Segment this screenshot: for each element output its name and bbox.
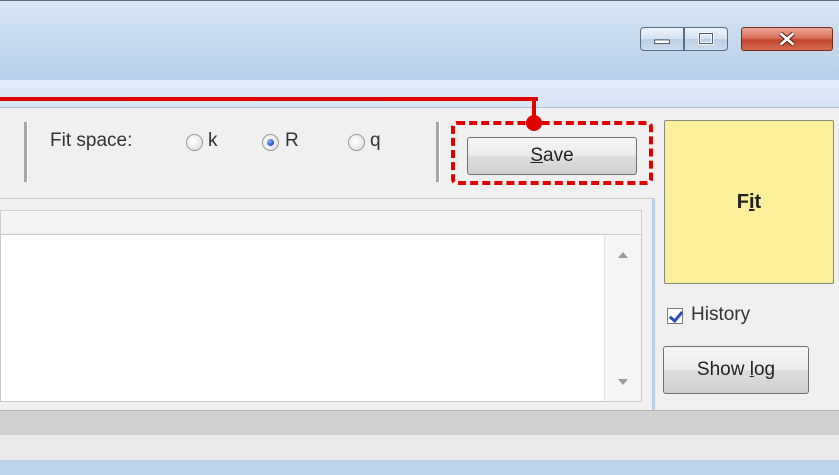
log-text-area[interactable]	[0, 234, 642, 402]
history-label: History	[691, 304, 751, 325]
callout-line-horizontal	[0, 97, 538, 101]
toolbar-separator	[24, 122, 28, 182]
log-scrollbar[interactable]	[604, 235, 641, 401]
close-button[interactable]	[741, 27, 833, 51]
scroll-down-icon[interactable]	[618, 379, 628, 385]
show-log-button[interactable]: Show log	[663, 346, 809, 394]
maximize-button[interactable]	[684, 27, 728, 51]
close-icon	[779, 31, 795, 47]
status-bar-secondary	[0, 435, 839, 460]
maximize-icon	[698, 32, 714, 45]
radio-label-k: k	[208, 130, 218, 151]
fit-label-before: F	[736, 191, 749, 213]
menu-strip	[0, 80, 839, 108]
log-panel-header	[0, 210, 642, 234]
minimize-button[interactable]	[640, 27, 684, 51]
minimize-icon	[654, 39, 670, 45]
scroll-up-icon[interactable]	[618, 252, 628, 258]
radio-label-r: R	[285, 130, 299, 151]
fit-button[interactable]: Fit	[664, 120, 834, 284]
fit-space-label: Fit space:	[50, 130, 133, 151]
fit-label-after: t	[754, 191, 762, 213]
status-bar	[0, 410, 839, 435]
show-log-after: og	[753, 359, 776, 380]
radio-label-q: q	[370, 130, 381, 151]
radio-fit-space-r[interactable]	[262, 134, 279, 151]
save-highlight-box	[451, 121, 653, 185]
show-log-before: Show	[696, 359, 750, 380]
history-checkbox[interactable]	[667, 308, 683, 324]
radio-fit-space-k[interactable]	[186, 134, 203, 151]
app-window: Fit space: k R q Save Fit History Show l…	[0, 0, 839, 475]
toolbar-separator	[436, 122, 440, 182]
radio-fit-space-q[interactable]	[348, 134, 365, 151]
window-bottom-frame	[0, 460, 839, 475]
